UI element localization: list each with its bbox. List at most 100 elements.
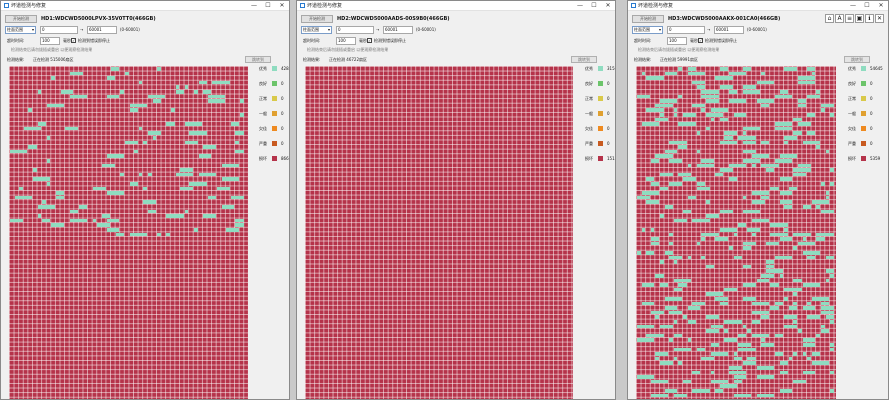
legend-item: 良好 0 — [585, 80, 615, 87]
stop-on-error-checkbox[interactable]: ✓ — [71, 38, 76, 43]
range-type-select[interactable]: 柱面范围 ▾ — [301, 26, 332, 34]
good-sector-block — [706, 99, 719, 103]
good-sector-block — [793, 168, 811, 172]
minimize-button[interactable]: — — [247, 1, 261, 11]
timeout-input[interactable]: 100 — [40, 37, 60, 45]
timeout-input[interactable]: 100 — [336, 37, 356, 45]
close-button[interactable]: ✕ — [874, 1, 888, 11]
good-sector-block — [816, 232, 834, 237]
good-sector-block — [816, 145, 820, 149]
good-sector-block — [696, 186, 710, 191]
legend-count: 0 — [607, 81, 610, 86]
good-sector-block — [180, 168, 193, 172]
minimize-button[interactable]: — — [846, 1, 860, 11]
good-sector-block — [715, 297, 728, 301]
legend-item: 损坏 8661 — [259, 155, 289, 162]
good-sector-block — [669, 255, 682, 260]
range-type-select[interactable]: 柱面范围 ▾ — [5, 26, 36, 34]
start-scan-button[interactable]: 开始检测 — [5, 15, 37, 23]
window-title: 坏道检测与修复 — [307, 3, 343, 9]
good-sector-block — [655, 274, 664, 278]
range-type-select[interactable]: 柱面范围 ▾ — [632, 26, 663, 34]
close-button[interactable]: ✕ — [601, 1, 615, 11]
range-start-input[interactable]: 0 — [40, 26, 78, 34]
good-sector-block — [802, 306, 816, 310]
jump-button[interactable]: 跳转到 — [245, 56, 271, 63]
minimize-button[interactable]: — — [573, 1, 587, 11]
range-start-input[interactable]: 0 — [336, 26, 374, 34]
good-sector-block — [637, 94, 650, 99]
start-scan-button[interactable]: 开始检测 — [632, 15, 664, 23]
good-sector-block — [738, 343, 751, 347]
good-sector-block — [673, 278, 692, 283]
legend-swatch — [272, 156, 277, 161]
range-start-input[interactable]: 0 — [667, 26, 705, 34]
home-icon[interactable]: ⌂ — [825, 14, 834, 23]
good-sector-block — [701, 90, 719, 94]
legend-swatch — [861, 96, 866, 101]
legend-item: 欠佳 0 — [259, 125, 289, 132]
good-sector-block — [235, 218, 244, 223]
good-sector-block — [706, 113, 724, 117]
range-end-input[interactable]: 60001 — [383, 26, 413, 34]
good-sector-block — [793, 232, 811, 237]
good-sector-block — [807, 113, 816, 117]
good-sector-block — [143, 186, 147, 191]
good-sector-block — [706, 329, 719, 333]
menu-icon[interactable]: ≡ — [845, 14, 854, 23]
good-sector-block — [660, 172, 673, 177]
jump-button[interactable]: 跳转到 — [844, 56, 870, 63]
good-sector-block — [650, 159, 659, 163]
good-sector-block — [738, 136, 756, 140]
legend-label: 欠佳 — [585, 126, 593, 131]
good-sector-block — [217, 186, 230, 191]
good-sector-block — [637, 338, 655, 342]
jump-button[interactable]: 跳转到 — [571, 56, 597, 63]
close-button[interactable]: ✕ — [275, 1, 289, 11]
maximize-button[interactable]: ☐ — [261, 1, 275, 11]
good-sector-block — [673, 108, 678, 112]
stop-on-error-checkbox[interactable]: ✓ — [367, 38, 372, 43]
legend-label: 正常 — [848, 96, 856, 101]
window-icon[interactable]: ▣ — [855, 14, 864, 23]
good-sector-block — [701, 159, 715, 163]
good-sector-block — [673, 287, 682, 292]
legend-label: 良好 — [585, 81, 593, 86]
good-sector-block — [655, 117, 669, 122]
good-sector-block — [120, 90, 124, 94]
good-sector-block — [46, 182, 51, 186]
good-sector-block — [715, 76, 733, 80]
good-sector-block — [637, 375, 655, 379]
maximize-button[interactable]: ☐ — [587, 1, 601, 11]
range-end-input[interactable]: 60001 — [714, 26, 744, 34]
good-sector-block — [752, 218, 770, 223]
title-bar: 坏道检测与修复 — ☐ ✕ — [628, 1, 888, 11]
good-sector-block — [784, 324, 797, 329]
legend-count: 15138 — [607, 156, 615, 161]
legend-swatch — [272, 66, 277, 71]
start-scan-button[interactable]: 开始检测 — [301, 15, 333, 23]
result-label: 检测结果: — [7, 57, 25, 62]
good-sector-block — [166, 232, 170, 237]
legend-item: 一般 0 — [585, 110, 615, 117]
good-sector-block — [203, 90, 212, 94]
range-end-input[interactable]: 60001 — [87, 26, 117, 34]
maximize-button[interactable]: ☐ — [860, 1, 874, 11]
good-sector-block — [42, 218, 51, 223]
good-sector-block — [641, 191, 659, 195]
legend-label: 优秀 — [585, 66, 593, 71]
legend-count: 0 — [870, 141, 873, 146]
close-icon[interactable]: ✕ — [875, 14, 884, 23]
good-sector-block — [715, 172, 724, 177]
good-sector-block — [775, 122, 793, 126]
good-sector-block — [752, 333, 770, 338]
font-icon[interactable]: A — [835, 14, 844, 23]
good-sector-block — [111, 67, 120, 71]
good-sector-block — [37, 205, 55, 209]
good-sector-block — [793, 278, 802, 283]
good-sector-block — [742, 126, 761, 131]
timeout-input[interactable]: 100 — [667, 37, 687, 45]
good-sector-block — [129, 108, 138, 112]
stop-on-error-checkbox[interactable]: ✓ — [698, 38, 703, 43]
info-icon[interactable]: ℹ — [865, 14, 874, 23]
